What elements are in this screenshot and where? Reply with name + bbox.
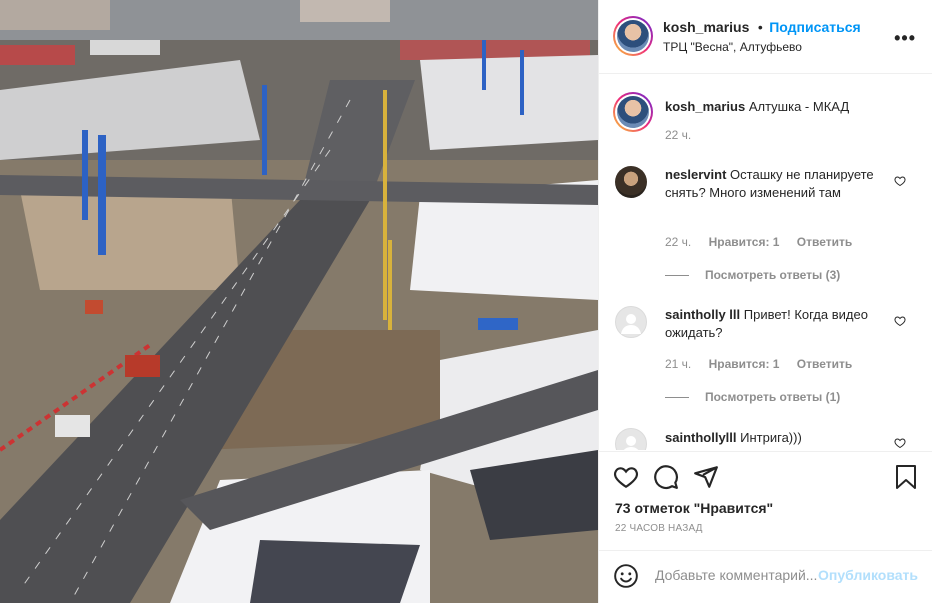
comment-username[interactable]: saintholly lll <box>665 307 740 322</box>
like-comment-heart-icon[interactable] <box>894 437 906 449</box>
replies-line <box>665 396 689 398</box>
publish-button[interactable]: Опубликовать <box>818 567 918 583</box>
default-avatar-icon <box>623 436 639 450</box>
comment-meta: 22 ч. Нравится: 1 Ответить <box>665 235 866 249</box>
share-paper-plane-icon[interactable] <box>693 464 719 490</box>
comment-avatar[interactable] <box>615 166 647 198</box>
post-side-panel: kosh_marius • Подписаться ТРЦ "Весна", А… <box>598 0 932 603</box>
comment-bubble-icon[interactable] <box>653 464 679 490</box>
post-header: kosh_marius • Подписаться ТРЦ "Весна", А… <box>599 0 932 74</box>
post-photo[interactable] <box>0 0 598 603</box>
view-replies-label: Посмотреть ответы (3) <box>705 268 841 282</box>
replies-line <box>665 274 689 276</box>
comment-username[interactable]: neslervint <box>665 167 726 182</box>
post-actions: 73 отметок "Нравится" 22 ЧАСОВ НАЗАД <box>599 451 932 552</box>
caption: kosh_marius Алтушка - МКАД <box>665 98 893 116</box>
follow-button[interactable]: Подписаться <box>769 19 861 35</box>
comment: neslervint Осташку не планируете снять? … <box>665 166 893 202</box>
comment: saintholly lll Привет! Когда видео ожида… <box>665 306 893 342</box>
comment-reply-button[interactable]: Ответить <box>797 235 852 249</box>
post-timestamp[interactable]: 22 ЧАСОВ НАЗАД <box>615 523 703 534</box>
comment-avatar[interactable] <box>615 306 647 338</box>
caption-text: Алтушка - МКАД <box>748 99 850 114</box>
add-comment-bar: Добавьте комментарий... Опубликовать <box>599 550 932 604</box>
like-comment-heart-icon[interactable] <box>894 315 906 327</box>
comments-list[interactable]: kosh_marius Алтушка - МКАД 22 ч. neslerv… <box>599 74 932 450</box>
caption-avatar-image <box>617 96 649 128</box>
like-heart-icon[interactable] <box>613 464 639 490</box>
comment-likes[interactable]: Нравится: 1 <box>709 235 780 249</box>
comment-input[interactable]: Добавьте комментарий... <box>655 567 817 583</box>
post-location[interactable]: ТРЦ "Весна", Алтуфьево <box>663 40 802 54</box>
author-avatar[interactable] <box>613 16 653 56</box>
more-options-icon[interactable]: ••• <box>894 28 916 49</box>
emoji-smiley-icon[interactable] <box>613 563 639 589</box>
comment-meta: 21 ч. Нравится: 1 Ответить <box>665 357 866 371</box>
comment-reply-button[interactable]: Ответить <box>797 357 852 371</box>
like-comment-heart-icon[interactable] <box>894 175 906 187</box>
view-replies-button[interactable]: Посмотреть ответы (3) <box>665 268 840 282</box>
comment-time[interactable]: 21 ч. <box>665 357 691 371</box>
comment-time[interactable]: 22 ч. <box>665 235 691 249</box>
caption-username[interactable]: kosh_marius <box>665 99 745 114</box>
header-separator: • <box>757 19 763 35</box>
save-bookmark-icon[interactable] <box>894 464 918 490</box>
comment-text: Интрига))) <box>740 430 802 445</box>
comment-likes[interactable]: Нравится: 1 <box>709 357 780 371</box>
view-replies-label: Посмотреть ответы (1) <box>705 390 841 404</box>
likes-count[interactable]: 73 отметок "Нравится" <box>615 500 773 516</box>
aerial-highway-photo <box>0 0 598 603</box>
caption-avatar[interactable] <box>613 92 653 132</box>
caption-time[interactable]: 22 ч. <box>665 128 691 142</box>
author-username[interactable]: kosh_marius <box>663 19 749 35</box>
comment: sainthollylll Интрига))) <box>665 429 893 447</box>
view-replies-button[interactable]: Посмотреть ответы (1) <box>665 390 840 404</box>
comment-username[interactable]: sainthollylll <box>665 430 737 445</box>
author-avatar-image <box>617 20 649 52</box>
default-avatar-icon <box>621 314 641 334</box>
comment-avatar[interactable] <box>615 428 647 450</box>
